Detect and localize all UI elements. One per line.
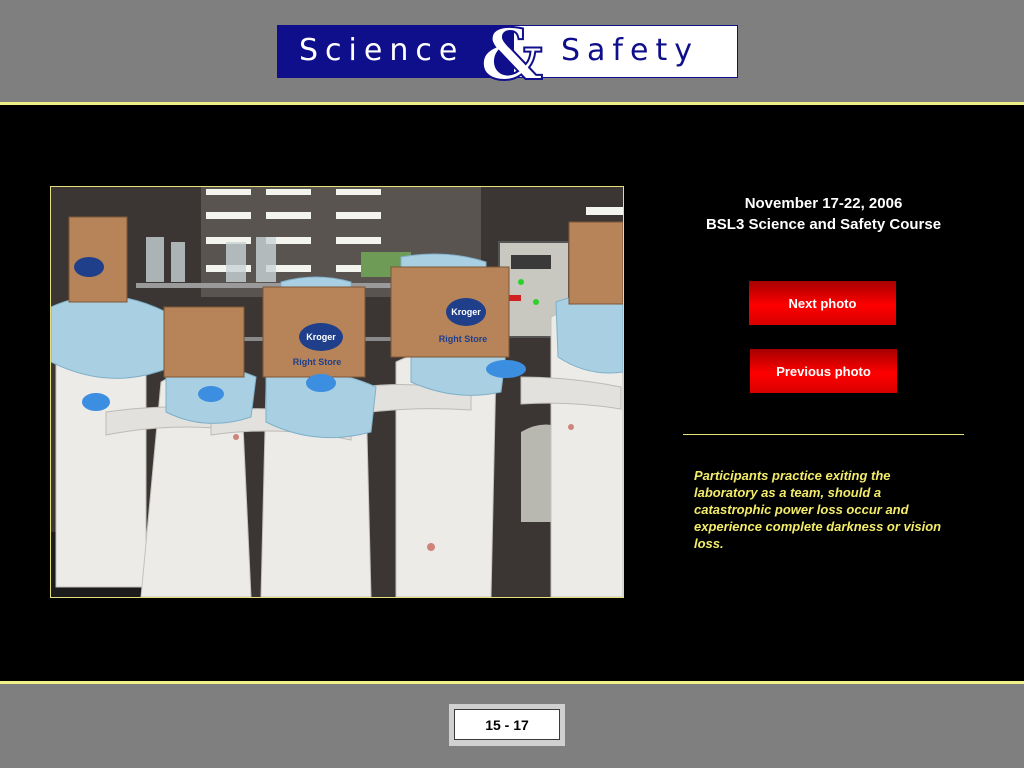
next-photo-button[interactable]: Next photo: [749, 281, 896, 325]
bottom-divider-rule: [0, 681, 1024, 684]
page-indicator: 15 - 17: [454, 709, 560, 740]
previous-photo-button[interactable]: Previous photo: [750, 349, 897, 393]
logo-word-safety: Safety: [561, 33, 699, 68]
logo-word-science: Science: [299, 33, 465, 68]
lab-exercise-photo: Kroger Kroger Right Store Right Store: [50, 186, 624, 598]
bag-sublabel-text: Right Store: [293, 357, 342, 367]
science-and-safety-logo: Science & Safety: [277, 12, 738, 97]
photo-illustration: Kroger Kroger Right Store Right Store: [51, 187, 623, 597]
page-indicator-box: 15 - 17: [449, 704, 565, 746]
section-divider: [683, 434, 964, 435]
photo-caption: Participants practice exiting the labora…: [694, 468, 942, 551]
event-date: November 17-22, 2006: [744, 195, 903, 212]
event-title: BSL3 Science and Safety Course: [705, 216, 942, 233]
main-panel: Kroger Kroger Right Store Right Store No…: [0, 105, 1024, 681]
header-bar: Science & Safety: [0, 0, 1024, 102]
bag-logo-text: Kroger: [306, 332, 336, 342]
bag-sublabel-text: Right Store: [439, 334, 488, 344]
bag-logo-text: Kroger: [451, 307, 481, 317]
logo-ampersand: &: [479, 12, 544, 97]
